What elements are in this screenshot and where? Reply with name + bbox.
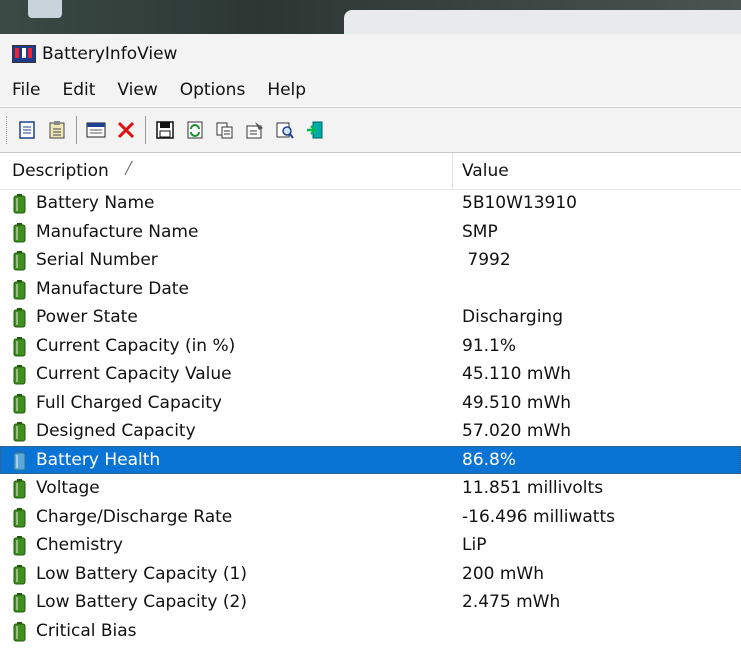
toolbar-separator xyxy=(76,116,77,144)
exit-icon[interactable] xyxy=(302,116,328,144)
window-title: BatteryInfoView xyxy=(42,44,178,64)
battery-icon xyxy=(13,393,26,414)
clipboard-list-icon[interactable] xyxy=(44,116,70,144)
battery-icon xyxy=(13,564,26,585)
row-value: 57.020 mWh xyxy=(462,421,572,441)
row-value: 11.851 millivolts xyxy=(462,478,604,498)
row-description: Manufacture Date xyxy=(36,278,189,299)
table-row[interactable]: Current Capacity Value 45.110 mWh xyxy=(0,360,741,389)
battery-icon xyxy=(13,621,26,642)
table-row[interactable]: Charge/Discharge Rate -16.496 milliwatts xyxy=(0,503,741,532)
row-description: Battery Health xyxy=(36,449,161,470)
app-window: BatteryInfoView File Edit View Options H… xyxy=(0,34,741,649)
column-header-description[interactable]: Description xyxy=(12,161,109,181)
window-icon[interactable] xyxy=(83,116,109,144)
row-description: Critical Bias xyxy=(36,620,137,641)
row-description: Manufacture Name xyxy=(36,221,199,242)
row-value: 91.1% xyxy=(462,335,517,356)
table-row[interactable]: Battery Health 86.8% xyxy=(0,445,741,474)
row-description: Charge/Discharge Rate xyxy=(36,506,233,527)
table-row[interactable]: Power State Discharging xyxy=(0,303,741,332)
battery-icon xyxy=(13,593,26,613)
battery-icon xyxy=(13,336,26,357)
row-description: Designed Capacity xyxy=(36,421,196,441)
menu-bar: File Edit View Options Help xyxy=(0,74,741,106)
row-value: SMP xyxy=(462,221,498,242)
table-row[interactable]: Designed Capacity 57.020 mWh xyxy=(0,417,741,446)
table-row[interactable]: Serial Number 7992 xyxy=(0,246,741,275)
table-row[interactable]: Current Capacity (in %) 91.1% xyxy=(0,332,741,361)
table-row[interactable]: Low Battery Capacity (2) 2.475 mWh xyxy=(0,588,741,617)
toolbar-grip[interactable] xyxy=(6,116,10,144)
column-header-value[interactable]: Value xyxy=(462,161,509,181)
battery-icon xyxy=(13,251,26,271)
row-description: Current Capacity (in %) xyxy=(36,335,236,356)
row-value: -16.496 milliwatts xyxy=(462,506,615,527)
row-value: 5B10W13910 xyxy=(462,193,577,213)
table-row[interactable]: Manufacture Date xyxy=(0,275,741,304)
table-row[interactable]: Full Charged Capacity 49.510 mWh xyxy=(0,389,741,418)
battery-icon xyxy=(13,279,26,300)
table-row[interactable]: Voltage 11.851 millivolts xyxy=(0,474,741,503)
toolbar xyxy=(0,107,741,152)
table-row[interactable]: Low Battery Capacity (1) 200 mWh xyxy=(0,560,741,589)
battery-icon xyxy=(13,222,26,243)
column-divider[interactable] xyxy=(452,153,453,189)
toolbar-separator xyxy=(145,116,146,144)
menu-help[interactable]: Help xyxy=(256,80,317,100)
row-description: Voltage xyxy=(36,478,100,498)
menu-view[interactable]: View xyxy=(106,80,168,100)
battery-icon xyxy=(13,479,26,499)
row-description: Power State xyxy=(36,307,138,327)
sort-arrow-icon: ╱ xyxy=(125,161,133,175)
battery-icon xyxy=(13,308,26,328)
row-value: 2.475 mWh xyxy=(462,592,561,612)
battery-info-list[interactable]: Description ╱ Value Battery Name 5B10W139… xyxy=(0,152,741,649)
table-row[interactable]: Battery Name 5B10W13910 xyxy=(0,189,741,218)
properties-icon[interactable] xyxy=(242,116,268,144)
properties-view-icon[interactable] xyxy=(14,116,40,144)
refresh-icon[interactable] xyxy=(182,116,208,144)
list-header: Description ╱ Value xyxy=(0,153,741,190)
row-value: 45.110 mWh xyxy=(462,364,572,384)
menu-file[interactable]: File xyxy=(0,80,51,100)
battery-icon xyxy=(13,450,26,471)
row-value: Discharging xyxy=(462,307,563,327)
save-icon[interactable] xyxy=(152,116,178,144)
menu-edit[interactable]: Edit xyxy=(51,80,106,100)
delete-icon[interactable] xyxy=(113,116,139,144)
row-description: Chemistry xyxy=(36,535,123,555)
row-description: Low Battery Capacity (1) xyxy=(36,563,247,584)
row-description: Current Capacity Value xyxy=(36,364,232,384)
row-value: LiP xyxy=(462,535,487,555)
row-value: 200 mWh xyxy=(462,563,544,584)
copy-icon[interactable] xyxy=(212,116,238,144)
battery-icon xyxy=(13,365,26,385)
battery-icon xyxy=(13,194,26,214)
row-value: 86.8% xyxy=(462,449,517,470)
row-description: Full Charged Capacity xyxy=(36,392,222,413)
row-value: 49.510 mWh xyxy=(462,392,572,413)
row-description: Serial Number xyxy=(36,250,158,270)
desktop-icon xyxy=(28,0,62,18)
table-row[interactable]: Manufacture Name SMP xyxy=(0,218,741,247)
title-bar[interactable]: BatteryInfoView xyxy=(0,34,741,74)
row-description: Low Battery Capacity (2) xyxy=(36,592,247,612)
battery-icon xyxy=(13,536,26,556)
menu-options[interactable]: Options xyxy=(169,80,257,100)
row-value: 7992 xyxy=(462,250,511,270)
table-row[interactable]: Chemistry LiP xyxy=(0,531,741,560)
row-description: Battery Name xyxy=(36,193,155,213)
find-icon[interactable] xyxy=(272,116,298,144)
battery-app-icon xyxy=(12,45,36,63)
battery-icon xyxy=(13,422,26,442)
battery-icon xyxy=(13,507,26,528)
table-row[interactable]: Critical Bias xyxy=(0,617,741,646)
